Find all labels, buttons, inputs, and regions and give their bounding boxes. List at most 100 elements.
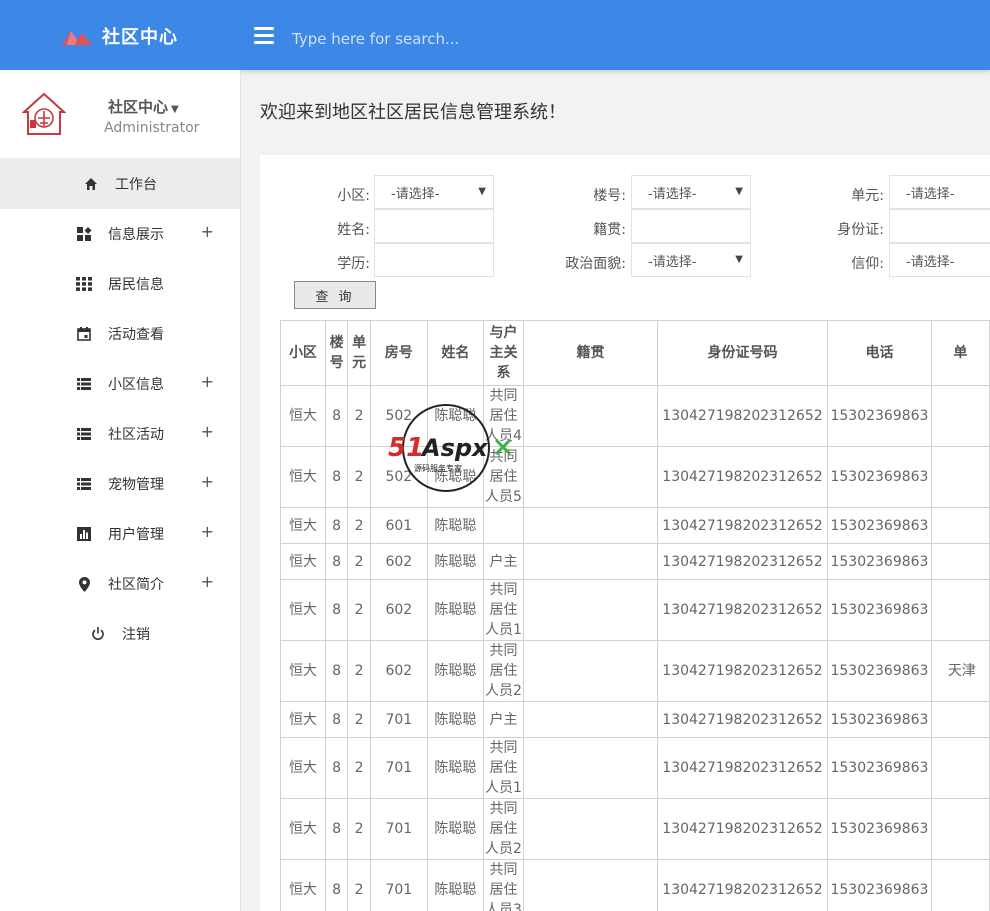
expand-plus-icon[interactable]: + — [201, 572, 214, 591]
cell-building: 8 — [324, 737, 349, 799]
power-icon — [90, 626, 106, 642]
cell-origin — [523, 507, 658, 544]
cell-relation: 共同居住人员4 — [482, 385, 525, 447]
column-header-community: 小区 — [280, 320, 326, 386]
table-row[interactable]: 恒大 8 2 602 陈聪聪 户主 130427198202312652 1530236986… — [280, 543, 990, 580]
unit-label: 单元: — [851, 188, 884, 204]
cell-relation: 共同居住人员2 — [482, 640, 525, 702]
politics-select[interactable]: -请选择- ▼ — [631, 243, 751, 277]
cell-building: 8 — [324, 385, 349, 447]
cell-name: 陈聪聪 — [426, 385, 484, 447]
cell-extra — [930, 701, 990, 738]
cell-room: 602 — [369, 640, 428, 702]
menu-toggle-icon[interactable] — [254, 27, 274, 44]
community-select-value: -请选择- — [391, 186, 440, 202]
table-row[interactable]: 恒大 8 2 602 陈聪聪 共同居住人员1 130427198202312652 15302… — [280, 579, 990, 641]
cell-unit: 2 — [347, 737, 371, 799]
sidebar-item-pet-management[interactable]: 宠物管理 + — [0, 459, 240, 509]
cell-origin — [523, 446, 658, 508]
cell-phone: 15302369863 — [827, 859, 932, 911]
app-title: 社区中心 — [102, 27, 178, 48]
origin-input[interactable] — [631, 209, 751, 243]
sidebar-item-label: 宠物管理 — [108, 477, 164, 493]
chevron-down-icon: ▼ — [735, 254, 743, 265]
cell-idcard: 130427198202312652 — [656, 859, 829, 911]
cell-building: 8 — [324, 640, 349, 702]
expand-plus-icon[interactable]: + — [201, 222, 214, 241]
table-row[interactable]: 恒大 8 2 502 陈聪聪 共同居住人员5 130427198202312652 15302… — [280, 446, 990, 508]
cell-community: 恒大 — [280, 543, 326, 580]
residents-table: 小区 楼号 单元 房号 姓名 与户主关系 籍贯 身份证号码 电话单 恒大 8 2 502 陈聪聪 共同居住… — [280, 320, 990, 911]
column-header-relation: 与户主关系 — [482, 320, 525, 386]
sidebar-item-workbench[interactable]: 工作台 — [0, 159, 240, 209]
religion-label: 信仰: — [851, 256, 884, 272]
expand-plus-icon[interactable]: + — [201, 372, 214, 391]
religion-select[interactable]: -请选择- ▼ — [889, 243, 990, 277]
cell-building: 8 — [324, 446, 349, 508]
cell-room: 701 — [369, 701, 428, 738]
sidebar-item-community-activities[interactable]: 社区活动 + — [0, 409, 240, 459]
brand[interactable]: 社区中心 — [62, 22, 178, 50]
list-icon — [76, 426, 92, 442]
cell-community: 恒大 — [280, 446, 326, 508]
sidebar-item-community-info[interactable]: 小区信息 + — [0, 359, 240, 409]
cell-unit: 2 — [347, 798, 371, 860]
cell-idcard: 130427198202312652 — [656, 579, 829, 641]
mountain-logo-icon — [62, 31, 92, 45]
cell-unit: 2 — [347, 507, 371, 544]
table-row[interactable]: 恒大 8 2 701 陈聪聪 户主 130427198202312652 1530236986… — [280, 701, 990, 738]
cell-room: 701 — [369, 798, 428, 860]
cell-idcard: 130427198202312652 — [656, 737, 829, 799]
cell-extra — [930, 859, 990, 911]
cell-phone: 15302369863 — [827, 507, 932, 544]
search-input[interactable] — [290, 24, 794, 54]
name-input[interactable] — [374, 209, 494, 243]
building-select[interactable]: -请选择- ▼ — [631, 175, 751, 209]
sidebar-item-info-display[interactable]: 信息展示 + — [0, 209, 240, 259]
cell-community: 恒大 — [280, 859, 326, 911]
sidebar-item-user-management[interactable]: 用户管理 + — [0, 509, 240, 559]
expand-plus-icon[interactable]: + — [201, 522, 214, 541]
column-header-idcard: 身份证号码 — [656, 320, 829, 386]
cell-origin — [523, 701, 658, 738]
expand-plus-icon[interactable]: + — [201, 422, 214, 441]
cell-unit: 2 — [347, 640, 371, 702]
table-row[interactable]: 恒大 8 2 601 陈聪聪 130427198202312652 15302369863 — [280, 507, 990, 544]
sidebar-item-logout[interactable]: 注销 — [0, 609, 240, 659]
cell-community: 恒大 — [280, 579, 326, 641]
table-row[interactable]: 恒大 8 2 701 陈聪聪 共同居住人员2 130427198202312652 15302… — [280, 798, 990, 860]
table-row[interactable]: 恒大 8 2 701 陈聪聪 共同居住人员1 130427198202312652 15302… — [280, 737, 990, 799]
table-row[interactable]: 恒大 8 2 502 陈聪聪 共同居住人员4 130427198202312652 15302… — [280, 385, 990, 447]
cell-room: 502 — [369, 446, 428, 508]
cell-room: 701 — [369, 859, 428, 911]
community-select[interactable]: -请选择- ▼ — [374, 175, 494, 209]
sidebar-item-community-intro[interactable]: 社区简介 + — [0, 559, 240, 609]
cell-origin — [523, 798, 658, 860]
education-input[interactable] — [374, 243, 494, 277]
community-label: 小区: — [337, 188, 370, 204]
cell-origin — [523, 859, 658, 911]
table-row[interactable]: 恒大 8 2 701 陈聪聪 共同居住人员3 130427198202312652 15302… — [280, 859, 990, 911]
idcard-label: 身份证: — [837, 222, 884, 238]
cell-origin — [523, 579, 658, 641]
query-button[interactable]: 查 询 — [294, 281, 376, 309]
cell-idcard: 130427198202312652 — [656, 543, 829, 580]
idcard-input[interactable] — [889, 209, 990, 243]
sidebar-item-residents[interactable]: 居民信息 — [0, 259, 240, 309]
cell-phone: 15302369863 — [827, 798, 932, 860]
unit-select[interactable]: -请选择- ▼ — [889, 175, 990, 209]
cell-extra — [930, 798, 990, 860]
cell-unit: 2 — [347, 385, 371, 447]
cell-unit: 2 — [347, 859, 371, 911]
cell-extra — [930, 579, 990, 641]
sidebar-item-label: 小区信息 — [108, 377, 164, 393]
sidebar-item-activity-view[interactable]: 活动查看 — [0, 309, 240, 359]
cell-room: 602 — [369, 579, 428, 641]
column-header-building: 楼号 — [324, 320, 349, 386]
expand-plus-icon[interactable]: + — [201, 472, 214, 491]
cell-relation: 户主 — [482, 701, 525, 738]
table-row[interactable]: 恒大 8 2 602 陈聪聪 共同居住人员2 130427198202312652 15302… — [280, 640, 990, 702]
profile-panel: 社区中心 ▼ Administrator — [0, 70, 240, 159]
profile-org-dropdown[interactable]: 社区中心 ▼ — [108, 96, 179, 117]
cell-relation: 户主 — [482, 543, 525, 580]
